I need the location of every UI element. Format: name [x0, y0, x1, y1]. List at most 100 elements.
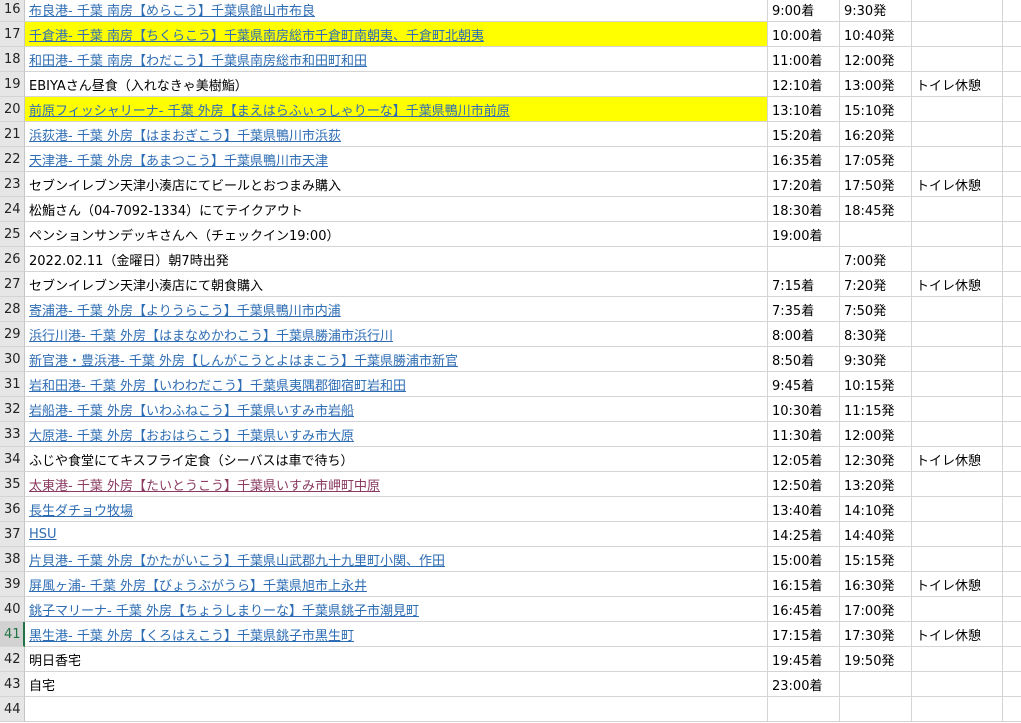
cell-departure[interactable]: 15:10発: [840, 97, 912, 122]
cell-place[interactable]: 千倉港- 千葉 南房【ちくらこう】千葉県南房総市千倉町南朝夷、千倉町北朝夷: [25, 22, 768, 47]
cell-note[interactable]: [912, 547, 1003, 572]
cell-place[interactable]: 浜荻港- 千葉 外房【はまおぎこう】千葉県鴨川市浜荻: [25, 122, 768, 147]
hyperlink[interactable]: 長生ダチョウ牧場: [29, 500, 133, 519]
cell-empty[interactable]: [1003, 672, 1021, 697]
cell-empty[interactable]: [1003, 147, 1021, 172]
cell-place[interactable]: ペンションサンデッキさんへ（チェックイン19:00）: [25, 222, 768, 247]
cell-note[interactable]: [912, 522, 1003, 547]
cell-note[interactable]: トイレ休憩: [912, 447, 1003, 472]
hyperlink[interactable]: HSU: [29, 527, 57, 542]
cell-note[interactable]: [912, 47, 1003, 72]
cell-empty[interactable]: [1003, 697, 1021, 722]
cell-empty[interactable]: [1003, 247, 1021, 272]
cell-departure[interactable]: 17:50発: [840, 172, 912, 197]
hyperlink[interactable]: 前原フィッシャリーナ- 千葉 外房【まえはらふぃっしゃりーな】千葉県鴨川市前原: [29, 100, 510, 119]
row-header[interactable]: 24: [0, 197, 25, 222]
cell-arrival[interactable]: [768, 247, 840, 272]
cell-departure[interactable]: 13:00発: [840, 72, 912, 97]
cell-empty[interactable]: [1003, 47, 1021, 72]
cell-arrival[interactable]: 13:10着: [768, 97, 840, 122]
cell-note[interactable]: [912, 297, 1003, 322]
cell-arrival[interactable]: 11:30着: [768, 422, 840, 447]
cell-note[interactable]: トイレ休憩: [912, 272, 1003, 297]
cell-arrival[interactable]: 18:30着: [768, 197, 840, 222]
cell-empty[interactable]: [1003, 497, 1021, 522]
hyperlink[interactable]: 千倉港- 千葉 南房【ちくらこう】千葉県南房総市千倉町南朝夷、千倉町北朝夷: [29, 25, 484, 44]
cell-empty[interactable]: [1003, 447, 1021, 472]
cell-departure[interactable]: 8:30発: [840, 322, 912, 347]
cell-arrival[interactable]: 19:00着: [768, 222, 840, 247]
cell-note[interactable]: トイレ休憩: [912, 622, 1003, 647]
cell-departure[interactable]: 16:20発: [840, 122, 912, 147]
cell-empty[interactable]: [1003, 97, 1021, 122]
cell-departure[interactable]: 10:40発: [840, 22, 912, 47]
row-header[interactable]: 42: [0, 647, 25, 672]
cell-place[interactable]: 太東港- 千葉 外房【たいとうこう】千葉県いすみ市岬町中原: [25, 472, 768, 497]
cell-empty[interactable]: [1003, 647, 1021, 672]
cell-empty[interactable]: [1003, 222, 1021, 247]
cell-empty[interactable]: [1003, 547, 1021, 572]
cell-arrival[interactable]: 8:00着: [768, 322, 840, 347]
cell-place[interactable]: 布良港- 千葉 南房【めらこう】千葉県館山市布良: [25, 0, 768, 22]
cell-empty[interactable]: [1003, 322, 1021, 347]
cell-note[interactable]: [912, 647, 1003, 672]
cell-empty[interactable]: [1003, 622, 1021, 647]
cell-arrival[interactable]: 7:15着: [768, 272, 840, 297]
row-header[interactable]: 22: [0, 147, 25, 172]
cell-note[interactable]: [912, 197, 1003, 222]
cell-arrival[interactable]: 15:20着: [768, 122, 840, 147]
cell-arrival[interactable]: [768, 697, 840, 722]
cell-empty[interactable]: [1003, 597, 1021, 622]
cell-empty[interactable]: [1003, 72, 1021, 97]
cell-note[interactable]: [912, 347, 1003, 372]
cell-empty[interactable]: [1003, 297, 1021, 322]
cell-note[interactable]: [912, 322, 1003, 347]
cell-place[interactable]: 自宅: [25, 672, 768, 697]
cell-departure[interactable]: 7:20発: [840, 272, 912, 297]
cell-empty[interactable]: [1003, 522, 1021, 547]
hyperlink[interactable]: 布良港- 千葉 南房【めらこう】千葉県館山市布良: [29, 0, 315, 19]
hyperlink[interactable]: 銚子マリーナ- 千葉 外房【ちょうしまりーな】千葉県銚子市潮見町: [29, 600, 419, 619]
hyperlink[interactable]: 浜荻港- 千葉 外房【はまおぎこう】千葉県鴨川市浜荻: [29, 125, 341, 144]
hyperlink[interactable]: 片貝港- 千葉 外房【かたがいこう】千葉県山武郡九十九里町小関、作田: [29, 550, 445, 569]
cell-place[interactable]: 寄浦港- 千葉 外房【よりうらこう】千葉県鴨川市内浦: [25, 297, 768, 322]
cell-note[interactable]: [912, 497, 1003, 522]
cell-note[interactable]: [912, 397, 1003, 422]
cell-note[interactable]: トイレ休憩: [912, 172, 1003, 197]
cell-empty[interactable]: [1003, 0, 1021, 22]
cell-arrival[interactable]: 9:00着: [768, 0, 840, 22]
cell-note[interactable]: [912, 97, 1003, 122]
cell-arrival[interactable]: 19:45着: [768, 647, 840, 672]
row-header[interactable]: 17: [0, 22, 25, 47]
cell-departure[interactable]: 15:15発: [840, 547, 912, 572]
cell-note[interactable]: [912, 697, 1003, 722]
cell-arrival[interactable]: 12:10着: [768, 72, 840, 97]
hyperlink[interactable]: 大原港- 千葉 外房【おおはらこう】千葉県いすみ市大原: [29, 425, 354, 444]
cell-departure[interactable]: 9:30発: [840, 347, 912, 372]
cell-place[interactable]: 2022.02.11（金曜日）朝7時出発: [25, 247, 768, 272]
row-header[interactable]: 16: [0, 0, 25, 22]
hyperlink[interactable]: 黒生港- 千葉 外房【くろはえこう】千葉県銚子市黒生町: [29, 625, 354, 644]
cell-place[interactable]: 岩和田港- 千葉 外房【いわわだこう】千葉県夷隅郡御宿町岩和田: [25, 372, 768, 397]
cell-note[interactable]: [912, 422, 1003, 447]
cell-empty[interactable]: [1003, 397, 1021, 422]
cell-place[interactable]: 前原フィッシャリーナ- 千葉 外房【まえはらふぃっしゃりーな】千葉県鴨川市前原: [25, 97, 768, 122]
cell-departure[interactable]: 11:15発: [840, 397, 912, 422]
cell-note[interactable]: [912, 597, 1003, 622]
row-header[interactable]: 33: [0, 422, 25, 447]
hyperlink[interactable]: 太東港- 千葉 外房【たいとうこう】千葉県いすみ市岬町中原: [29, 475, 380, 494]
cell-place[interactable]: 天津港- 千葉 外房【あまつこう】千葉県鴨川市天津: [25, 147, 768, 172]
row-header[interactable]: 39: [0, 572, 25, 597]
row-header[interactable]: 41: [0, 622, 25, 647]
cell-arrival[interactable]: 12:05着: [768, 447, 840, 472]
row-header[interactable]: 29: [0, 322, 25, 347]
cell-departure[interactable]: 16:30発: [840, 572, 912, 597]
cell-place[interactable]: セブンイレブン天津小湊店にてビールとおつまみ購入: [25, 172, 768, 197]
row-header[interactable]: 35: [0, 472, 25, 497]
row-header[interactable]: 43: [0, 672, 25, 697]
cell-place[interactable]: [25, 697, 768, 722]
cell-note[interactable]: [912, 247, 1003, 272]
cell-departure[interactable]: 19:50発: [840, 647, 912, 672]
cell-arrival[interactable]: 17:15着: [768, 622, 840, 647]
hyperlink[interactable]: 和田港- 千葉 南房【わだこう】千葉県南房総市和田町和田: [29, 50, 367, 69]
